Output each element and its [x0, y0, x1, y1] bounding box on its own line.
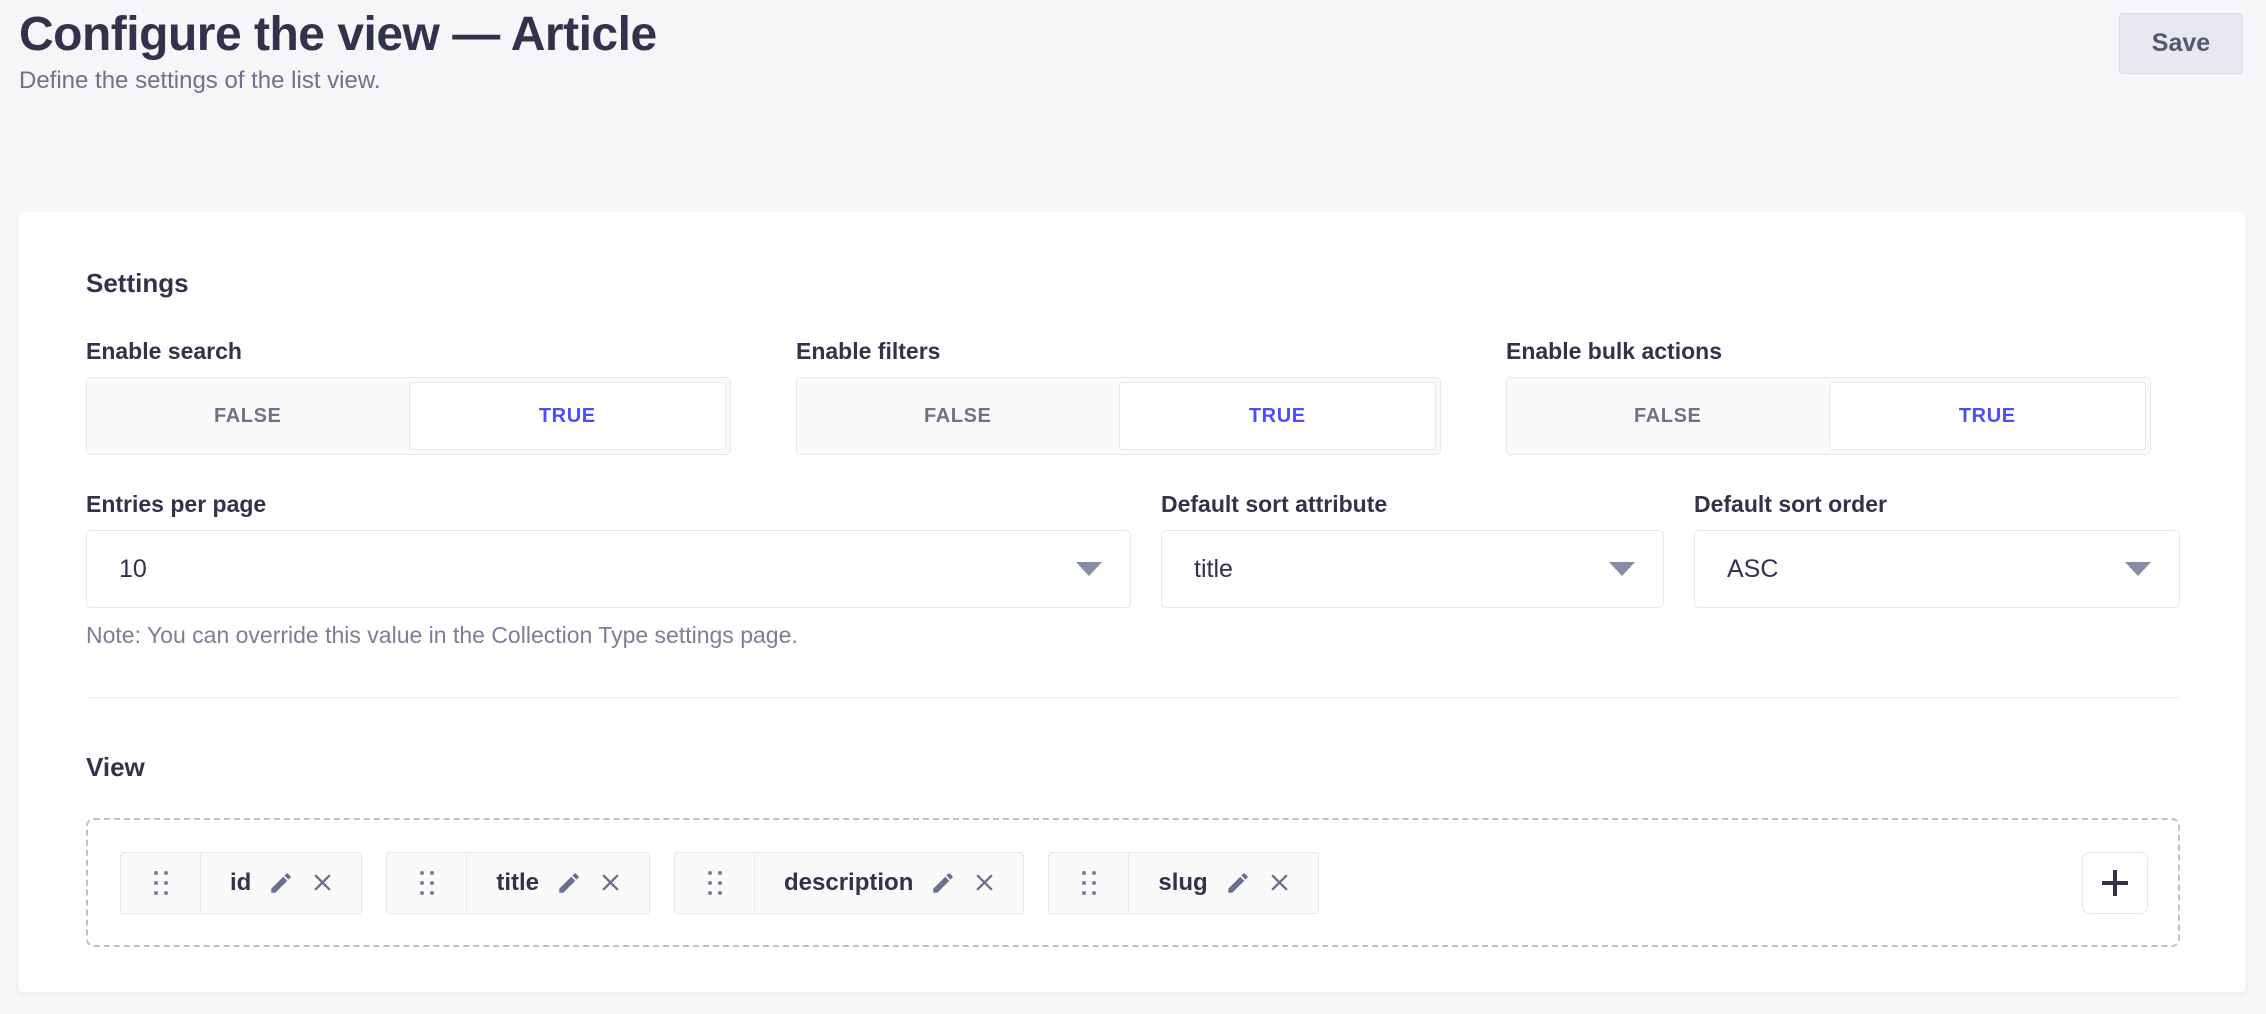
caret-down-icon [1076, 562, 1102, 576]
toggle-group-enable-bulk-actions: Enable bulk actions FALSE TRUE [1506, 338, 2151, 455]
pencil-icon [930, 870, 956, 896]
section-divider [86, 697, 2180, 698]
default-sort-order-select[interactable]: ASC [1694, 530, 2180, 608]
field-pill-title: title [386, 852, 650, 914]
default-sort-attribute-select[interactable]: title [1161, 530, 1664, 608]
remove-field-button[interactable] [973, 871, 996, 894]
field-pill-slug: slug [1048, 852, 1318, 914]
default-sort-order-value: ASC [1727, 555, 1778, 584]
enable-search-true-option[interactable]: TRUE [409, 382, 727, 450]
remove-field-button[interactable] [599, 871, 622, 894]
settings-card: Settings Enable search FALSE TRUE Enable… [19, 212, 2245, 992]
drag-handle-dots-icon [708, 871, 722, 895]
drag-handle[interactable] [387, 853, 467, 913]
edit-field-button[interactable] [268, 870, 294, 896]
toggle-group-enable-filters: Enable filters FALSE TRUE [796, 338, 1441, 455]
x-icon [599, 871, 622, 894]
entries-per-page-note: Note: You can override this value in the… [86, 622, 1131, 649]
remove-field-button[interactable] [1268, 871, 1291, 894]
field-name: description [784, 869, 913, 897]
drag-handle[interactable] [1049, 853, 1129, 913]
enable-bulk-actions-false-option[interactable]: FALSE [1507, 378, 1829, 454]
drag-handle[interactable] [121, 853, 201, 913]
pencil-icon [556, 870, 582, 896]
selects-row: Entries per page 10 Note: You can overri… [86, 491, 2180, 649]
drag-handle[interactable] [675, 853, 755, 913]
enable-filters-false-option[interactable]: FALSE [797, 378, 1119, 454]
select-label: Default sort attribute [1161, 491, 1664, 518]
plus-icon [2095, 863, 2135, 903]
view-fields-drop-zone: id title [86, 818, 2180, 947]
edit-field-button[interactable] [556, 870, 582, 896]
add-field-button[interactable] [2082, 852, 2148, 914]
enable-bulk-actions-toggle: FALSE TRUE [1506, 377, 2151, 455]
save-button[interactable]: Save [2119, 13, 2243, 74]
toggles-row: Enable search FALSE TRUE Enable filters … [86, 338, 2180, 455]
caret-down-icon [2125, 562, 2151, 576]
edit-field-button[interactable] [1225, 870, 1251, 896]
select-label: Default sort order [1694, 491, 2180, 518]
page-title: Configure the view — Article [19, 8, 2245, 62]
enable-search-false-option[interactable]: FALSE [87, 378, 409, 454]
x-icon [973, 871, 996, 894]
default-sort-order-group: Default sort order ASC [1694, 491, 2180, 649]
x-icon [1268, 871, 1291, 894]
toggle-label: Enable filters [796, 338, 1441, 365]
edit-field-button[interactable] [930, 870, 956, 896]
enable-bulk-actions-true-option[interactable]: TRUE [1829, 382, 2147, 450]
drag-handle-dots-icon [1082, 871, 1096, 895]
pencil-icon [1225, 870, 1251, 896]
view-section-title: View [86, 752, 2180, 782]
x-icon [311, 871, 334, 894]
pill-body: slug [1129, 853, 1317, 913]
caret-down-icon [1609, 562, 1635, 576]
pencil-icon [268, 870, 294, 896]
toggle-label: Enable bulk actions [1506, 338, 2151, 365]
settings-section-title: Settings [86, 268, 2180, 298]
page-container: Configure the view — Article Define the … [19, 0, 2245, 96]
drag-handle-dots-icon [154, 871, 168, 895]
remove-field-button[interactable] [311, 871, 334, 894]
select-label: Entries per page [86, 491, 1131, 518]
toggle-label: Enable search [86, 338, 731, 365]
field-name: title [496, 869, 539, 897]
pill-body: description [755, 853, 1023, 913]
drag-handle-dots-icon [420, 871, 434, 895]
field-pill-description: description [674, 852, 1024, 914]
toggle-group-enable-search: Enable search FALSE TRUE [86, 338, 731, 455]
field-name: slug [1158, 869, 1207, 897]
enable-filters-true-option[interactable]: TRUE [1119, 382, 1437, 450]
field-name: id [230, 869, 251, 897]
field-pill-id: id [120, 852, 362, 914]
pill-body: id [201, 853, 361, 913]
default-sort-attribute-value: title [1194, 555, 1233, 584]
enable-search-toggle: FALSE TRUE [86, 377, 731, 455]
default-sort-attribute-group: Default sort attribute title [1161, 491, 1664, 649]
entries-per-page-value: 10 [119, 555, 147, 584]
enable-filters-toggle: FALSE TRUE [796, 377, 1441, 455]
entries-per-page-select[interactable]: 10 [86, 530, 1131, 608]
page-header: Configure the view — Article Define the … [19, 0, 2245, 96]
page-subtitle: Define the settings of the list view. [19, 66, 2245, 96]
pill-body: title [467, 853, 649, 913]
entries-per-page-group: Entries per page 10 Note: You can overri… [86, 491, 1131, 649]
